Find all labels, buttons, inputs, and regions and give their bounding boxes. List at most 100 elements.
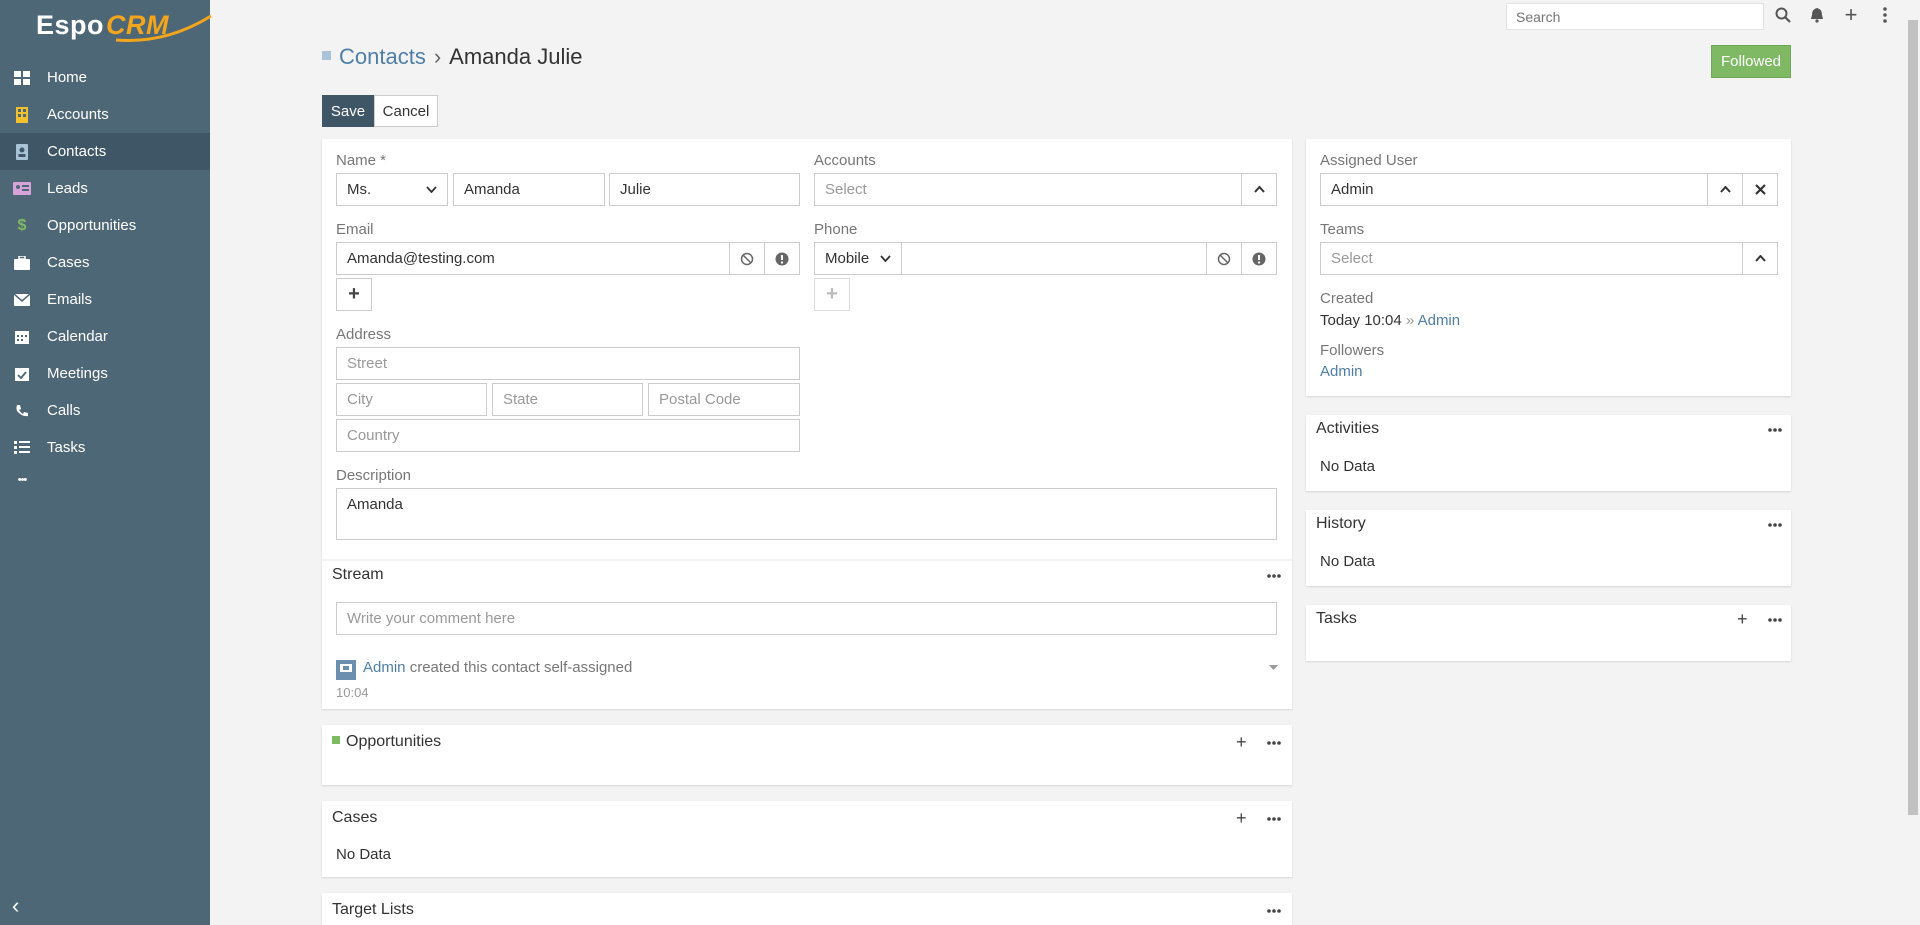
sidebar-item-label: Cases <box>47 254 90 271</box>
country-field[interactable]: Country <box>336 419 800 452</box>
bell-icon[interactable] <box>1806 4 1828 26</box>
sidebar-more[interactable]: ••• <box>0 466 210 494</box>
sidebar-item-label: Emails <box>47 291 93 308</box>
target-lists-panel: Target Lists <box>322 893 1292 925</box>
tasks-panel: Tasks + <box>1306 605 1791 661</box>
sidebar-item-tasks[interactable]: Tasks <box>0 429 210 466</box>
comment-input[interactable]: Write your comment here <box>336 602 1277 635</box>
address-label: Address <box>336 326 392 343</box>
add-email-button[interactable]: + <box>336 278 372 311</box>
phone-type-value: Mobile <box>825 250 870 267</box>
id-card-icon <box>12 181 32 197</box>
assigned-user-field[interactable]: Admin <box>1320 173 1708 206</box>
first-name-field[interactable]: Amanda <box>453 173 605 206</box>
avatar <box>336 660 356 680</box>
caret-down-icon[interactable] <box>1269 665 1278 670</box>
follower-link[interactable]: Admin <box>1320 363 1363 380</box>
add-task-button[interactable]: + <box>1737 610 1748 628</box>
cancel-button[interactable]: Cancel <box>374 95 438 127</box>
add-case-button[interactable]: + <box>1236 809 1247 827</box>
search-input[interactable] <box>1506 3 1764 30</box>
email-opt-out-button[interactable] <box>729 242 765 275</box>
tasks-title: Tasks <box>1316 610 1357 627</box>
email-field[interactable]: Amanda@testing.com <box>336 242 730 275</box>
target-lists-title: Target Lists <box>332 901 414 918</box>
teams-input[interactable]: Select <box>1320 242 1743 275</box>
sidebar-item-home[interactable]: Home <box>0 59 210 96</box>
chevron-up-icon <box>1754 255 1766 262</box>
phone-field[interactable] <box>901 242 1207 275</box>
collapse-sidebar-button[interactable]: ‹ <box>12 893 19 919</box>
more-icon[interactable] <box>1267 816 1281 822</box>
assigned-user-select-button[interactable] <box>1707 173 1743 206</box>
stream-entry-user[interactable]: Admin <box>363 659 406 676</box>
phone-type-select[interactable]: Mobile <box>814 242 902 275</box>
more-icon[interactable] <box>1768 617 1782 623</box>
sidebar-item-meetings[interactable]: Meetings <box>0 355 210 392</box>
postal-code-field[interactable]: Postal Code <box>648 383 800 416</box>
accounts-select-button[interactable] <box>1241 173 1277 206</box>
sidebar-item-label: Meetings <box>47 365 108 382</box>
close-icon <box>1754 184 1766 195</box>
last-name-field[interactable]: Julie <box>609 173 800 206</box>
chevron-down-icon <box>426 186 437 193</box>
more-icon[interactable] <box>1267 740 1281 746</box>
sidebar-item-calendar[interactable]: Calendar <box>0 318 210 355</box>
sidebar-item-cases[interactable]: Cases <box>0 244 210 281</box>
more-icon[interactable] <box>1267 573 1281 579</box>
opportunities-title-text: Opportunities <box>346 733 442 750</box>
stream-entry: Admin created this contact self-assigned <box>363 659 632 676</box>
plus-icon: + <box>826 283 838 305</box>
sidebar-item-label: Calendar <box>47 328 108 345</box>
sidebar-item-label: Opportunities <box>47 217 137 234</box>
sidebar-item-contacts[interactable]: Contacts <box>0 133 210 170</box>
salutation-select[interactable]: Ms. <box>336 173 448 206</box>
description-field[interactable]: Amanda <box>336 488 1277 540</box>
ban-icon <box>1217 252 1231 265</box>
accounts-input[interactable]: Select <box>814 173 1242 206</box>
opportunities-title: Opportunities <box>332 733 441 751</box>
street-field[interactable]: Street <box>336 347 800 380</box>
activities-title: Activities <box>1316 420 1380 437</box>
add-phone-button[interactable]: + <box>814 278 850 311</box>
more-icon[interactable] <box>1768 522 1782 528</box>
more-icon: ••• <box>17 474 28 486</box>
email-invalid-button[interactable] <box>764 242 800 275</box>
accounts-label: Accounts <box>814 152 876 169</box>
address-book-icon <box>12 143 32 160</box>
sidebar-item-leads[interactable]: Leads <box>0 170 210 207</box>
city-field[interactable]: City <box>336 383 487 416</box>
cases-no-data: No Data <box>336 846 392 863</box>
add-opportunity-button[interactable]: + <box>1236 733 1247 751</box>
plus-icon[interactable]: + <box>1840 2 1862 27</box>
sidebar-item-opportunities[interactable]: $ Opportunities <box>0 207 210 244</box>
page-title: Contacts › Amanda Julie <box>322 44 582 70</box>
calendar-icon <box>12 329 32 345</box>
phone-opt-out-button[interactable] <box>1206 242 1242 275</box>
more-icon[interactable] <box>1267 908 1281 914</box>
created-label: Created <box>1320 290 1374 307</box>
phone-label: Phone <box>814 221 858 238</box>
teams-select-button[interactable] <box>1742 242 1778 275</box>
more-icon[interactable] <box>1768 427 1782 433</box>
scrollbar[interactable] <box>1908 20 1918 815</box>
search-icon[interactable] <box>1772 4 1794 26</box>
sidebar-item-calls[interactable]: Calls <box>0 392 210 429</box>
side-panel: Assigned User Admin Teams Select Created… <box>1306 139 1791 396</box>
created-by-link[interactable]: Admin <box>1418 312 1461 329</box>
followed-button[interactable]: Followed <box>1711 45 1791 78</box>
logo[interactable]: EspoCRM <box>36 10 212 50</box>
state-field[interactable]: State <box>492 383 643 416</box>
menu-icon[interactable] <box>1874 4 1896 26</box>
assigned-user-label: Assigned User <box>1320 152 1418 169</box>
save-button[interactable]: Save <box>322 95 374 127</box>
chevron-up-icon <box>1719 186 1731 193</box>
clear-assigned-user-button[interactable] <box>1742 173 1778 206</box>
phone-invalid-button[interactable] <box>1241 242 1277 275</box>
sidebar-item-emails[interactable]: Emails <box>0 281 210 318</box>
teams-label: Teams <box>1320 221 1365 238</box>
plus-icon: + <box>348 283 360 305</box>
breadcrumb-contacts[interactable]: Contacts <box>339 44 426 69</box>
sidebar-item-accounts[interactable]: Accounts <box>0 96 210 133</box>
dollar-icon: $ <box>17 216 27 234</box>
